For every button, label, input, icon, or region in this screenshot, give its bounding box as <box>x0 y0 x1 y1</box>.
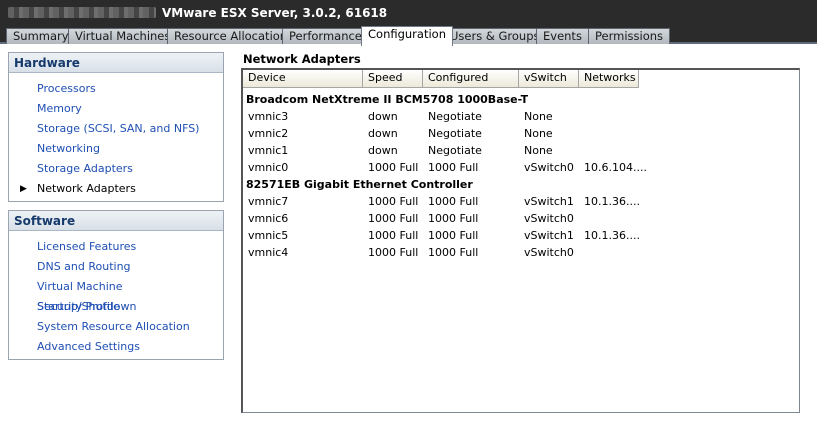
cell-speed: 1000 Full <box>368 246 419 259</box>
section-title: Network Adapters <box>243 52 361 66</box>
cell-vswitch: vSwitch0 <box>524 212 574 225</box>
nav-item-advanced-settings[interactable]: Advanced Settings <box>9 337 223 357</box>
table-row[interactable]: vmnic5 1000 Full 1000 Full vSwitch1 10.1… <box>243 227 799 244</box>
cell-networks: 10.1.36.... <box>584 229 640 242</box>
nav-item-security-profile[interactable]: Security Profile <box>9 297 223 317</box>
cell-vswitch: None <box>524 110 553 123</box>
cell-configured: 1000 Full <box>428 161 479 174</box>
nav-item-processors[interactable]: Processors <box>9 79 223 99</box>
server-title: VMware ESX Server, 3.0.2, 61618 <box>162 6 388 20</box>
nav-item-network-adapters[interactable]: ▶ Network Adapters <box>9 179 223 199</box>
hostname-redacted <box>8 7 156 18</box>
cell-vswitch: vSwitch0 <box>524 161 574 174</box>
group-row: Broadcom NetXtreme II BCM5708 1000Base-T <box>243 91 799 108</box>
nav-item-storage[interactable]: Storage (SCSI, SAN, and NFS) <box>9 119 223 139</box>
group-row: 82571EB Gigabit Ethernet Controller <box>243 176 799 193</box>
group-name: Broadcom NetXtreme II BCM5708 1000Base-T <box>246 93 529 106</box>
cell-configured: 1000 Full <box>428 246 479 259</box>
tab-strip: Summary Virtual Machines Resource Alloca… <box>0 26 817 46</box>
selected-bullet-icon: ▶ <box>20 184 27 194</box>
tab-events[interactable]: Events <box>536 28 589 44</box>
cell-device: vmnic2 <box>248 127 289 140</box>
cell-vswitch: vSwitch1 <box>524 229 574 242</box>
cell-configured: 1000 Full <box>428 229 479 242</box>
nav-item-storage-adapters[interactable]: Storage Adapters <box>9 159 223 179</box>
col-header-networks[interactable]: Networks <box>579 70 639 88</box>
table-row[interactable]: vmnic3 down Negotiate None <box>243 108 799 125</box>
cell-speed: down <box>368 144 398 157</box>
col-header-configured[interactable]: Configured <box>423 70 519 88</box>
group-name: 82571EB Gigabit Ethernet Controller <box>246 178 473 191</box>
tab-virtual-machines[interactable]: Virtual Machines <box>68 28 178 44</box>
cell-speed: down <box>368 110 398 123</box>
cell-configured: Negotiate <box>428 127 482 140</box>
cell-configured: 1000 Full <box>428 212 479 225</box>
table-row[interactable]: vmnic0 1000 Full 1000 Full vSwitch0 10.6… <box>243 159 799 176</box>
tab-users-groups[interactable]: Users & Groups <box>443 28 547 44</box>
cell-vswitch: None <box>524 144 553 157</box>
tab-resource-allocation[interactable]: Resource Allocation <box>167 28 295 44</box>
cell-device: vmnic3 <box>248 110 289 123</box>
cell-vswitch: vSwitch1 <box>524 195 574 208</box>
cell-device: vmnic1 <box>248 144 289 157</box>
tab-performance[interactable]: Performance <box>282 28 369 44</box>
nav-item-licensed-features[interactable]: Licensed Features <box>9 237 223 257</box>
nav-item-network-adapters-label: Network Adapters <box>37 182 136 195</box>
nav-item-networking[interactable]: Networking <box>9 139 223 159</box>
software-panel: Software Licensed Features DNS and Routi… <box>8 210 224 360</box>
tab-permissions[interactable]: Permissions <box>588 28 671 44</box>
cell-vswitch: None <box>524 127 553 140</box>
col-header-device[interactable]: Device <box>243 70 363 88</box>
cell-configured: Negotiate <box>428 144 482 157</box>
col-header-vswitch[interactable]: vSwitch <box>519 70 579 88</box>
cell-speed: 1000 Full <box>368 229 419 242</box>
cell-device: vmnic5 <box>248 229 289 242</box>
title-bar: VMware ESX Server, 3.0.2, 61618 <box>0 0 817 26</box>
nav-item-vm-startup[interactable]: Virtual Machine Startup/Shutdown <box>9 277 223 313</box>
tab-summary[interactable]: Summary <box>6 28 76 44</box>
table-row[interactable]: vmnic6 1000 Full 1000 Full vSwitch0 <box>243 210 799 227</box>
cell-speed: down <box>368 127 398 140</box>
hardware-panel: Hardware Processors Memory Storage (SCSI… <box>8 52 224 202</box>
table-header: Device Speed Configured vSwitch Networks <box>243 70 799 88</box>
cell-speed: 1000 Full <box>368 195 419 208</box>
cell-networks: 10.1.36.... <box>584 195 640 208</box>
col-header-speed[interactable]: Speed <box>363 70 423 88</box>
nav-item-dns-routing[interactable]: DNS and Routing <box>9 257 223 277</box>
cell-speed: 1000 Full <box>368 161 419 174</box>
tab-configuration[interactable]: Configuration <box>361 26 453 46</box>
cell-device: vmnic0 <box>248 161 289 174</box>
cell-speed: 1000 Full <box>368 212 419 225</box>
table-row[interactable]: vmnic7 1000 Full 1000 Full vSwitch1 10.1… <box>243 193 799 210</box>
nav-item-system-resource[interactable]: System Resource Allocation <box>9 317 223 337</box>
hardware-panel-title: Hardware <box>9 53 223 73</box>
cell-device: vmnic6 <box>248 212 289 225</box>
nav-item-memory[interactable]: Memory <box>9 99 223 119</box>
software-panel-title: Software <box>9 211 223 231</box>
network-adapters-table: Device Speed Configured vSwitch Networks… <box>241 68 800 413</box>
cell-device: vmnic7 <box>248 195 289 208</box>
cell-networks: 10.6.104.... <box>584 161 647 174</box>
cell-configured: 1000 Full <box>428 195 479 208</box>
cell-device: vmnic4 <box>248 246 289 259</box>
table-row[interactable]: vmnic2 down Negotiate None <box>243 125 799 142</box>
table-row[interactable]: vmnic1 down Negotiate None <box>243 142 799 159</box>
cell-configured: Negotiate <box>428 110 482 123</box>
cell-vswitch: vSwitch0 <box>524 246 574 259</box>
table-row[interactable]: vmnic4 1000 Full 1000 Full vSwitch0 <box>243 244 799 261</box>
